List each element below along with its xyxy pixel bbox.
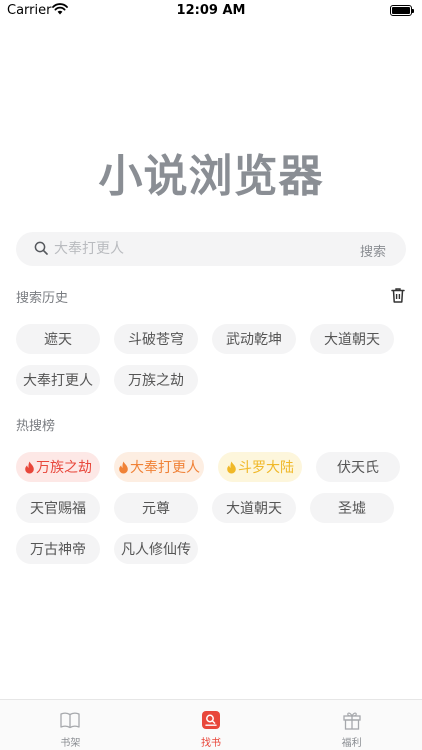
flame-icon [25, 461, 34, 473]
hot-tag[interactable]: 天官赐福 [16, 493, 100, 523]
history-tag[interactable]: 遮天 [16, 324, 100, 354]
hot-tag[interactable]: 伏天氏 [316, 452, 400, 482]
hot-tag-rank-2[interactable]: 大奉打更人 [114, 452, 204, 482]
tab-label: 书架 [60, 738, 81, 749]
trash-icon[interactable] [389, 286, 407, 304]
battery-icon [390, 5, 414, 16]
hot-tag-label: 大奉打更人 [130, 460, 200, 476]
search-history-list: 遮天 斗破苍穹 武动乾坤 大道朝天 大奉打更人 万族之劫 [16, 324, 416, 395]
tab-label: 福利 [341, 738, 362, 749]
hot-list-title: 热搜榜 [16, 419, 56, 434]
hot-tag-rank-3[interactable]: 斗罗大陆 [218, 452, 302, 482]
history-tag[interactable]: 大道朝天 [310, 324, 394, 354]
search-input[interactable] [54, 232, 334, 266]
search-history-title: 搜索历史 [16, 291, 69, 306]
hot-tag-label: 万族之劫 [36, 460, 92, 476]
tab-label: 找书 [201, 738, 221, 749]
status-bar: Carrier 12:09 AM [0, 0, 422, 22]
flame-icon [119, 461, 128, 473]
book-icon [60, 712, 80, 729]
hot-tag[interactable]: 圣墟 [310, 493, 394, 523]
history-tag[interactable]: 斗破苍穹 [114, 324, 198, 354]
tab-rewards[interactable]: 福利 [281, 700, 422, 750]
tab-bar: 书架 找书 福利 [0, 699, 422, 750]
hot-list: 万族之劫 大奉打更人 斗罗大陆 伏天氏 天官赐福 元尊 大道朝天 圣墟 万古神帝… [16, 452, 416, 564]
find-book-icon [202, 711, 220, 729]
history-tag[interactable]: 大奉打更人 [16, 365, 100, 395]
tab-bookshelf[interactable]: 书架 [0, 700, 141, 750]
hot-tag-rank-1[interactable]: 万族之劫 [16, 452, 100, 482]
search-icon [34, 241, 48, 255]
tab-find-book[interactable]: 找书 [141, 700, 282, 750]
hot-tag-label: 斗罗大陆 [238, 460, 294, 476]
hot-tag[interactable]: 元尊 [114, 493, 198, 523]
gift-icon [343, 712, 361, 730]
hot-tag[interactable]: 大道朝天 [212, 493, 296, 523]
hot-tag[interactable]: 万古神帝 [16, 534, 100, 564]
history-tag[interactable]: 万族之劫 [114, 365, 198, 395]
flame-icon [227, 461, 236, 473]
search-bar[interactable]: 搜索 [16, 232, 406, 266]
search-button[interactable]: 搜索 [360, 241, 386, 260]
hot-tag[interactable]: 凡人修仙传 [114, 534, 198, 564]
history-tag[interactable]: 武动乾坤 [212, 324, 296, 354]
clock: 12:09 AM [176, 3, 246, 18]
app-logo: 小说浏览器 [98, 151, 324, 202]
